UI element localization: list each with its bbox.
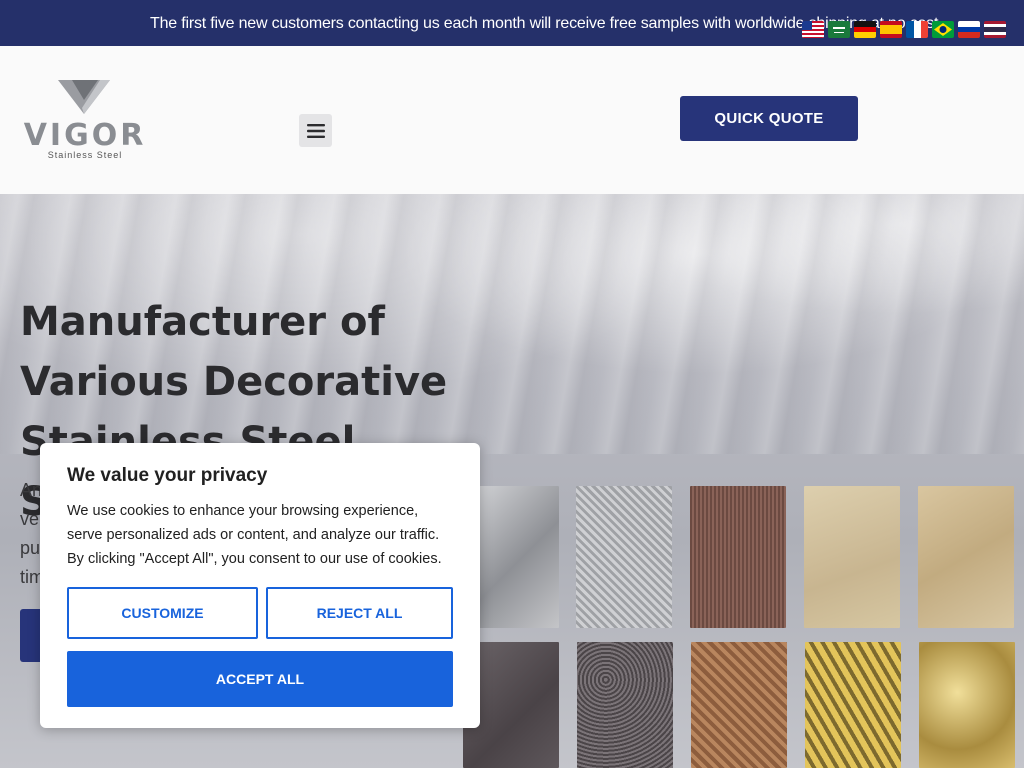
logo-subtext: Stainless Steel xyxy=(47,150,123,160)
saudi-arabia-flag-icon[interactable] xyxy=(828,21,850,38)
announcement-bar: The first five new customers contacting … xyxy=(0,0,1024,46)
language-switcher[interactable] xyxy=(802,21,1006,38)
russia-flag-icon[interactable] xyxy=(958,21,980,38)
menu-button[interactable] xyxy=(299,114,332,147)
reject-all-button[interactable]: REJECT ALL xyxy=(266,587,453,639)
cookie-consent-dialog: We value your privacy We use cookies to … xyxy=(40,443,480,728)
us-flag-icon[interactable] xyxy=(802,21,824,38)
swatch-checkered-silver[interactable] xyxy=(576,486,672,628)
cookie-title: We value your privacy xyxy=(67,465,268,486)
swatch-embossed-dark[interactable] xyxy=(577,642,673,768)
swatch-gold-texture[interactable] xyxy=(918,486,1014,628)
swatch-copper-weave[interactable] xyxy=(691,642,787,768)
logo-text: VIGOR xyxy=(23,118,147,153)
site-header: VIGOR Stainless Steel QUICK QUOTE xyxy=(0,46,1024,194)
accept-all-button[interactable]: ACCEPT ALL xyxy=(67,651,453,707)
cookie-description: We use cookies to enhance your browsing … xyxy=(67,503,442,567)
france-flag-icon[interactable] xyxy=(906,21,928,38)
hamburger-menu-icon xyxy=(306,123,325,138)
logo-emblem-icon xyxy=(58,80,110,114)
germany-flag-icon[interactable] xyxy=(854,21,876,38)
swatch-gold-hammered[interactable] xyxy=(919,642,1015,768)
swatch-gold-diamond-plate[interactable] xyxy=(805,642,901,768)
spain-flag-icon[interactable] xyxy=(880,21,902,38)
swatch-bronze-hairline[interactable] xyxy=(690,486,786,628)
swatch-champagne-gold[interactable] xyxy=(804,486,900,628)
quick-quote-button[interactable]: QUICK QUOTE xyxy=(680,96,858,141)
company-logo[interactable]: VIGOR Stainless Steel xyxy=(20,80,150,160)
thailand-flag-icon[interactable] xyxy=(984,21,1006,38)
customize-button[interactable]: CUSTOMIZE xyxy=(67,587,258,639)
brazil-flag-icon[interactable] xyxy=(932,21,954,38)
